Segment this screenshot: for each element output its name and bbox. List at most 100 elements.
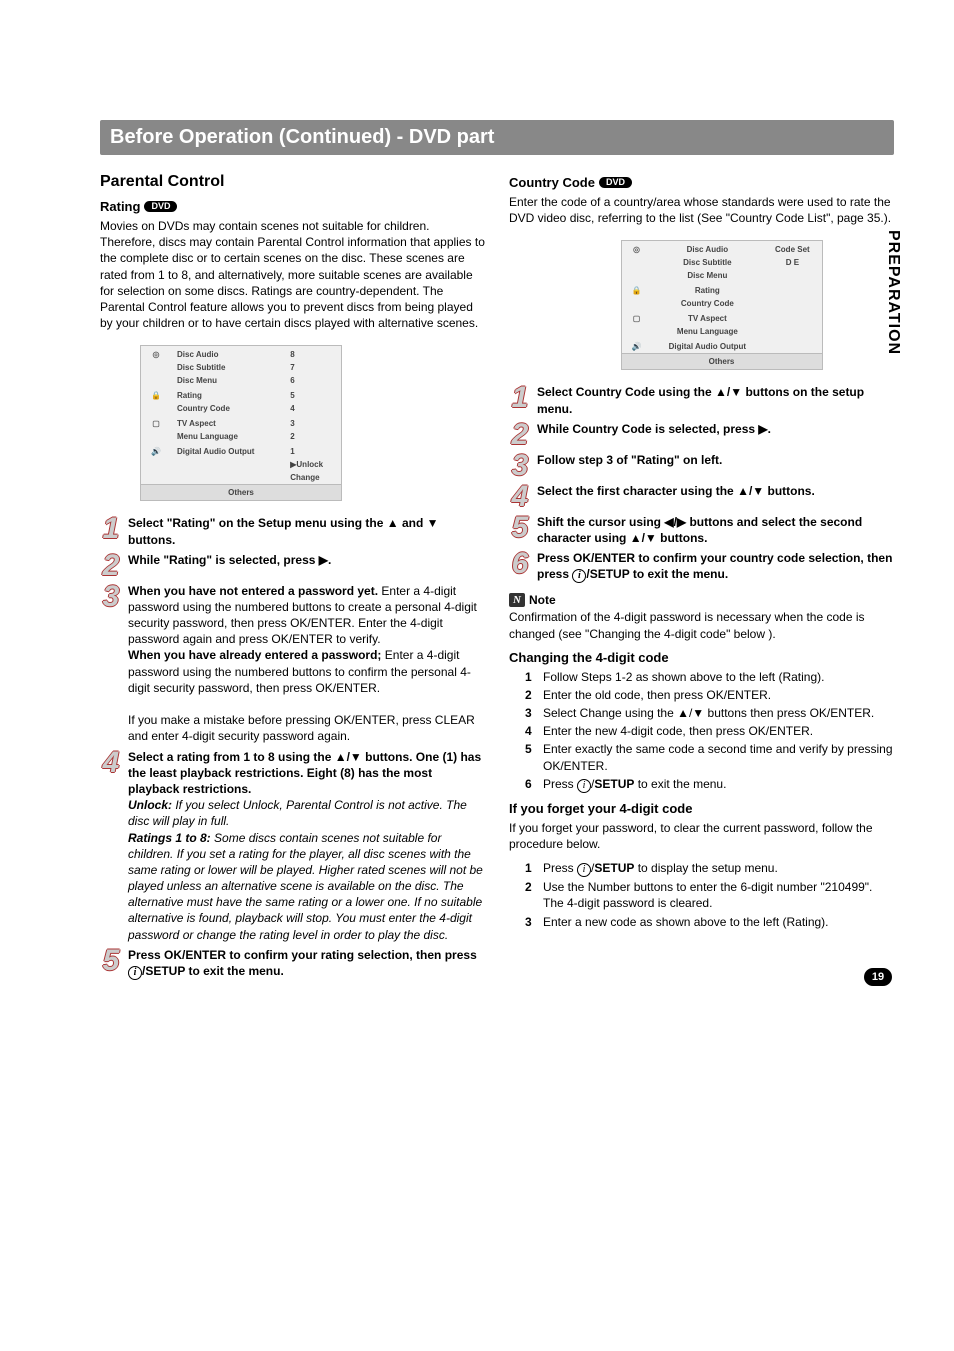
step-text: When you have already entered a password… bbox=[128, 648, 381, 662]
menu-value: 4 bbox=[284, 402, 341, 415]
cc-step-6: 6 Press OK/ENTER to confirm your country… bbox=[509, 550, 894, 583]
rating-label: Rating bbox=[100, 199, 140, 214]
menu-value: 2 bbox=[284, 430, 341, 443]
step-text: Shift the cursor using ◀/▶ buttons and s… bbox=[537, 515, 862, 545]
list-item: Enter the new 4-digit code, then press O… bbox=[543, 723, 813, 739]
step-number: 6 bbox=[509, 550, 531, 577]
right-column: Country Code DVD Enter the code of a cou… bbox=[509, 169, 894, 982]
info-icon: i bbox=[572, 569, 586, 583]
step-number: 1 bbox=[100, 515, 122, 542]
ratings-body: Some discs contain scenes not suitable f… bbox=[128, 831, 483, 942]
ratings-label: Ratings 1 to 8: bbox=[128, 831, 211, 845]
note-label: Note bbox=[529, 593, 556, 607]
note-icon: N bbox=[509, 593, 525, 607]
step-number: 2 bbox=[509, 421, 531, 448]
list-item: Press i/SETUP to display the setup menu. bbox=[543, 860, 778, 877]
menu-value: Change bbox=[284, 471, 341, 484]
step-number: 4 bbox=[509, 483, 531, 510]
page-number: 19 bbox=[864, 968, 892, 986]
disc-icon: ◎ bbox=[622, 241, 652, 282]
forget-code-list: 1Press i/SETUP to display the setup menu… bbox=[509, 860, 894, 930]
cc-body: Enter the code of a country/area whose s… bbox=[509, 194, 894, 226]
country-code-heading: Country Code DVD bbox=[509, 175, 894, 190]
step-4: 4 Select a rating from 1 to 8 using the … bbox=[100, 749, 485, 943]
step-text: Press OK/ENTER to confirm your rating se… bbox=[128, 948, 477, 962]
rating-heading: Rating DVD bbox=[100, 199, 485, 214]
step-3: 3 When you have not entered a password y… bbox=[100, 583, 485, 745]
info-icon: i bbox=[128, 966, 142, 980]
step-number: 4 bbox=[100, 749, 122, 776]
cc-step-3: 3 Follow step 3 of "Rating" on left. bbox=[509, 452, 894, 479]
step-number: 5 bbox=[509, 514, 531, 541]
menu-value: 7 bbox=[284, 361, 341, 374]
menu-others: Others bbox=[141, 484, 341, 500]
menu-item: Rating bbox=[171, 387, 284, 402]
lock-icon: 🔒 bbox=[622, 282, 652, 310]
step-note: If you make a mistake before pressing OK… bbox=[128, 713, 475, 743]
menu-value: 6 bbox=[284, 374, 341, 387]
forget-body: If you forget your password, to clear th… bbox=[509, 820, 894, 852]
forget-code-heading: If you forget your 4-digit code bbox=[509, 801, 894, 816]
menu-item: Disc Menu bbox=[652, 269, 764, 282]
cc-step-2: 2 While Country Code is selected, press … bbox=[509, 421, 894, 448]
step-5: 5 Press OK/ENTER to confirm your rating … bbox=[100, 947, 485, 980]
step-text: Select a rating from 1 to 8 using the ▲/… bbox=[128, 750, 481, 796]
cc-step-5: 5 Shift the cursor using ◀/▶ buttons and… bbox=[509, 514, 894, 546]
menu-item: Disc Audio bbox=[652, 241, 764, 256]
step-number: 5 bbox=[100, 947, 122, 974]
step-text: While Country Code is selected, press ▶. bbox=[537, 422, 771, 436]
menu-item: Digital Audio Output bbox=[652, 338, 764, 353]
cc-label: Country Code bbox=[509, 175, 595, 190]
parental-control-heading: Parental Control bbox=[100, 173, 485, 191]
cc-step-4: 4 Select the first character using the ▲… bbox=[509, 483, 894, 510]
step-text: Select Country Code using the ▲/▼ button… bbox=[537, 385, 864, 415]
step-text: Follow step 3 of "Rating" on left. bbox=[537, 453, 722, 467]
menu-item: TV Aspect bbox=[171, 415, 284, 430]
menu-item: Disc Menu bbox=[171, 374, 284, 387]
unlock-label: Unlock: bbox=[128, 798, 172, 812]
disc-icon: ◎ bbox=[141, 346, 171, 387]
dvd-badge: DVD bbox=[599, 177, 632, 188]
menu-value: 1 bbox=[284, 443, 341, 458]
step-text: /SETUP to exit the menu. bbox=[586, 567, 728, 581]
info-icon: i bbox=[577, 779, 591, 793]
cc-step-1: 1 Select Country Code using the ▲/▼ butt… bbox=[509, 384, 894, 416]
list-item: Enter the old code, then press OK/ENTER. bbox=[543, 687, 771, 703]
note-body: Confirmation of the 4-digit password is … bbox=[509, 609, 894, 641]
menu-value: 3 bbox=[284, 415, 341, 430]
lock-icon: 🔒 bbox=[141, 387, 171, 415]
note-heading: N Note bbox=[509, 593, 894, 607]
step-text: Select the first character using the ▲/▼… bbox=[537, 484, 815, 498]
step-number: 2 bbox=[100, 552, 122, 579]
menu-item: Menu Language bbox=[171, 430, 284, 443]
list-item: Use the Number buttons to enter the 6-di… bbox=[543, 879, 872, 911]
speaker-icon: 🔊 bbox=[622, 338, 652, 353]
menu-item: Rating bbox=[652, 282, 764, 297]
step-number: 1 bbox=[509, 384, 531, 411]
menu-value: Code Set bbox=[763, 241, 821, 256]
list-item: Select Change using the ▲/▼ buttons then… bbox=[543, 705, 874, 721]
list-item: Press i/SETUP to exit the menu. bbox=[543, 776, 726, 793]
tv-icon: ▢ bbox=[622, 310, 652, 338]
step-text: While "Rating" is selected, press ▶. bbox=[128, 553, 331, 567]
step-number: 3 bbox=[509, 452, 531, 479]
speaker-icon: 🔊 bbox=[141, 443, 171, 484]
menu-item: Country Code bbox=[171, 402, 284, 415]
unlock-body: If you select Unlock, Parental Control i… bbox=[128, 798, 467, 828]
menu-value: 5 bbox=[284, 387, 341, 402]
menu-item: Menu Language bbox=[652, 325, 764, 338]
left-column: Parental Control Rating DVD Movies on DV… bbox=[100, 169, 485, 982]
menu-value: D E bbox=[763, 256, 821, 269]
menu-others: Others bbox=[622, 353, 822, 369]
rating-menu-box: ◎ Disc Audio 8 Disc Subtitle7 Disc Menu6… bbox=[140, 345, 342, 501]
step-number: 3 bbox=[100, 583, 122, 610]
step-text: /SETUP to exit the menu. bbox=[142, 964, 284, 978]
rating-body: Movies on DVDs may contain scenes not su… bbox=[100, 218, 485, 331]
tv-icon: ▢ bbox=[141, 415, 171, 443]
step-2: 2 While "Rating" is selected, press ▶. bbox=[100, 552, 485, 579]
menu-item: TV Aspect bbox=[652, 310, 764, 325]
menu-item: Disc Subtitle bbox=[652, 256, 764, 269]
list-item: Follow Steps 1-2 as shown above to the l… bbox=[543, 669, 824, 685]
list-item: Enter exactly the same code a second tim… bbox=[543, 741, 894, 773]
change-code-list: 1Follow Steps 1-2 as shown above to the … bbox=[509, 669, 894, 793]
